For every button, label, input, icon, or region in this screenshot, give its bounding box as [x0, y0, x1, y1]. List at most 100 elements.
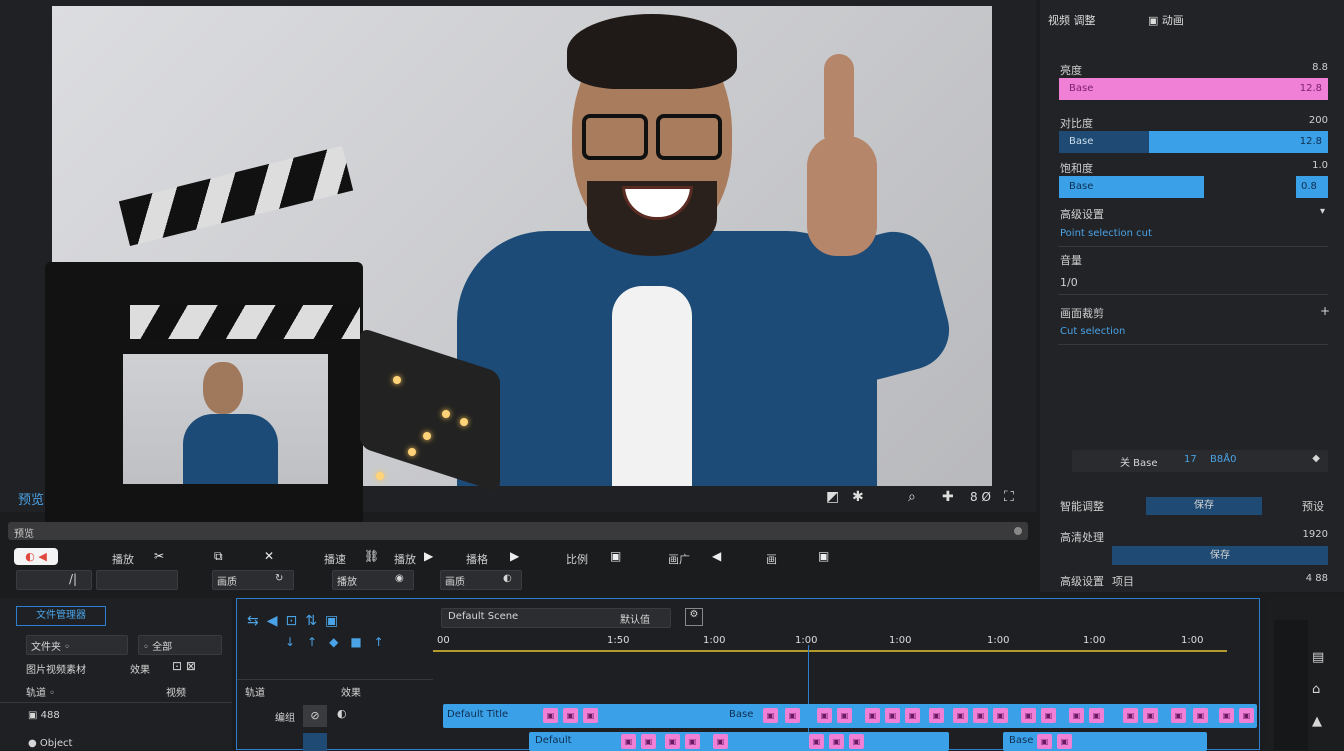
star-icon[interactable]: ✱: [852, 489, 864, 505]
plus-icon[interactable]: ✚: [942, 489, 954, 505]
scrub-bar[interactable]: 预览: [8, 522, 1028, 540]
ctl-label-6: 播格: [466, 553, 488, 566]
record-icon[interactable]: ▣: [818, 549, 829, 563]
ctl-label-4: 播速: [324, 553, 346, 566]
save-hd-button[interactable]: 保存: [1112, 546, 1328, 565]
track-select[interactable]: [303, 733, 327, 751]
save-preset-button[interactable]: 保存: [1146, 497, 1262, 515]
subject-fist: [807, 136, 877, 256]
contrast-slider[interactable]: Base 12.8: [1059, 131, 1328, 153]
lock-icon[interactable]: ⊘: [303, 705, 327, 727]
timeline-panel: ⇆◀⊡⇅▣ ↓↑◆■↑ Default Scene 默认值 ⚙ 00 1:50 …: [236, 598, 1260, 751]
cut-selection-link[interactable]: Cut selection: [1060, 326, 1125, 337]
advanced-label: 高级设置: [1060, 208, 1104, 221]
ruler-label: 1:00: [1083, 635, 1106, 646]
audio-icon: ◉: [395, 573, 404, 584]
scrub-handle[interactable]: [1014, 527, 1022, 535]
folder-select[interactable]: 文件夹 ◦: [26, 635, 128, 655]
home-icon[interactable]: ⌂: [1312, 682, 1320, 697]
ruler-label: 1:00: [1181, 635, 1204, 646]
scene-dropdown[interactable]: Default Scene 默认值: [441, 608, 671, 628]
video-preview-panel: 预览 ◩ ✱ ⌕ ✚ 8 Ø ⛶: [0, 0, 1036, 532]
subject-tee: [612, 286, 692, 486]
subject-hair: [567, 14, 737, 89]
glasses-right: [656, 114, 722, 160]
footer-value: 4 88: [1305, 573, 1328, 584]
smart-adjust-label: 智能调整: [1060, 500, 1104, 513]
import-icon[interactable]: ⊡ ⊠: [172, 659, 196, 673]
clip-track-2[interactable]: Default ▣ ▣ ▣ ▣ ▣ ▣ ▣ ▣: [529, 732, 949, 751]
ruler-label: 1:00: [703, 635, 726, 646]
brightness-slider[interactable]: Base 12.8: [1059, 78, 1328, 100]
speed-icon: ◐: [503, 573, 512, 584]
ruler-label: 1:00: [987, 635, 1010, 646]
scene-settings-icon[interactable]: ⚙: [685, 608, 703, 626]
crop-icon[interactable]: ◩: [826, 489, 839, 505]
blank-field[interactable]: [96, 570, 178, 590]
track-label[interactable]: 轨道 ◦: [26, 684, 55, 699]
volume-label: 音量: [1060, 254, 1082, 267]
quality-field[interactable]: 画质 ↻: [212, 570, 294, 590]
thumbnail-preview[interactable]: [123, 354, 328, 484]
video-label[interactable]: 视频: [166, 684, 186, 699]
glasses-left: [582, 114, 648, 160]
diamond-icon: ◆: [1312, 453, 1320, 464]
scrub-label: 预览: [14, 529, 34, 540]
media-panel: 文件管理器 文件夹 ◦ ◦ 全部 图片视频素材 效果 ⊡ ⊠ 轨道 ◦ 视频 ▣…: [0, 598, 232, 750]
ctl-label-9: 画: [766, 553, 777, 566]
timeline-tools-2[interactable]: ↓↑◆■↑: [285, 635, 396, 649]
object-item[interactable]: ● Object: [28, 738, 72, 749]
visibility-icon[interactable]: ◐: [337, 707, 347, 720]
play-next-icon[interactable]: ◀: [712, 549, 721, 563]
subject-thumb: [824, 54, 854, 149]
clapper-stripe: [130, 305, 360, 339]
cut-icon[interactable]: ✂: [154, 549, 164, 563]
tab-video-adjust[interactable]: 视频 调整: [1048, 12, 1096, 28]
preview-label: 预览: [18, 493, 45, 508]
ruler-label: 00: [437, 635, 450, 646]
record-toggle[interactable]: ◐ ◀: [14, 548, 58, 565]
filter-select[interactable]: ◦ 全部: [138, 635, 222, 655]
work-area-bar[interactable]: [433, 650, 1227, 652]
hd-label: 高清处理: [1060, 531, 1104, 544]
tab-animation[interactable]: ▣ 动画: [1148, 12, 1184, 28]
clip-track-1[interactable]: Default Title Base ▣ ▣ ▣ ▣ ▣ ▣ ▣ ▣ ▣ ▣ ▣ ▣ ▣ ▣ ▣ ▣…: [443, 704, 1257, 728]
ruler-label: 1:50: [607, 635, 630, 646]
hd-value: 1920: [1302, 529, 1328, 540]
time-field[interactable]: /|: [16, 570, 92, 590]
preset-label: 预设: [1302, 500, 1324, 513]
play-frame-icon[interactable]: ▶: [510, 549, 519, 563]
speed-field[interactable]: 画质 ◐: [440, 570, 522, 590]
link-icon[interactable]: ⛓: [364, 549, 379, 563]
contrast-value: 200: [1308, 115, 1328, 126]
toolbar-text: 8 Ø: [970, 490, 991, 504]
clip-track-3[interactable]: Base ▣ ▣: [1003, 732, 1207, 751]
brightness-value: 8.8: [1312, 62, 1328, 73]
brightness-label: 亮度: [1060, 64, 1082, 77]
audio-field[interactable]: 播放 ◉: [332, 570, 414, 590]
mid-bar[interactable]: 关 Base 17 B8Å0 ◆: [1072, 450, 1328, 472]
camera-icon[interactable]: ▣: [610, 549, 621, 563]
play-icon[interactable]: ▶: [424, 549, 433, 563]
media-category[interactable]: 图片视频素材: [26, 661, 86, 676]
saturation-value: 1.0: [1312, 160, 1328, 171]
point-selection-link[interactable]: Point selection cut: [1060, 228, 1152, 239]
fullscreen-icon[interactable]: ⛶: [1004, 489, 1014, 505]
timeline-tools[interactable]: ⇆◀⊡⇅▣: [247, 613, 346, 629]
saturation-slider[interactable]: Base: [1059, 176, 1204, 198]
effects-label[interactable]: 效果: [130, 661, 150, 676]
copy-icon[interactable]: ⧉: [214, 549, 223, 564]
scissors-icon[interactable]: ✕: [264, 549, 274, 563]
add-icon[interactable]: +: [1320, 304, 1330, 318]
stack-icon[interactable]: ▲: [1312, 714, 1322, 729]
saturation-input[interactable]: 0.8: [1296, 176, 1328, 198]
track-header-3: 编组: [275, 713, 295, 724]
footer-label: 高级设置: [1060, 575, 1104, 588]
collapse-icon[interactable]: ▾: [1320, 206, 1325, 217]
ruler-label: 1:00: [889, 635, 912, 646]
file-manager-tab[interactable]: 文件管理器: [16, 606, 106, 626]
ctl-label-8: 画广: [668, 553, 690, 566]
search-icon[interactable]: ⌕: [908, 489, 916, 505]
layers-icon[interactable]: ▤: [1312, 650, 1324, 665]
ctl-label-5: 播放: [394, 553, 416, 566]
